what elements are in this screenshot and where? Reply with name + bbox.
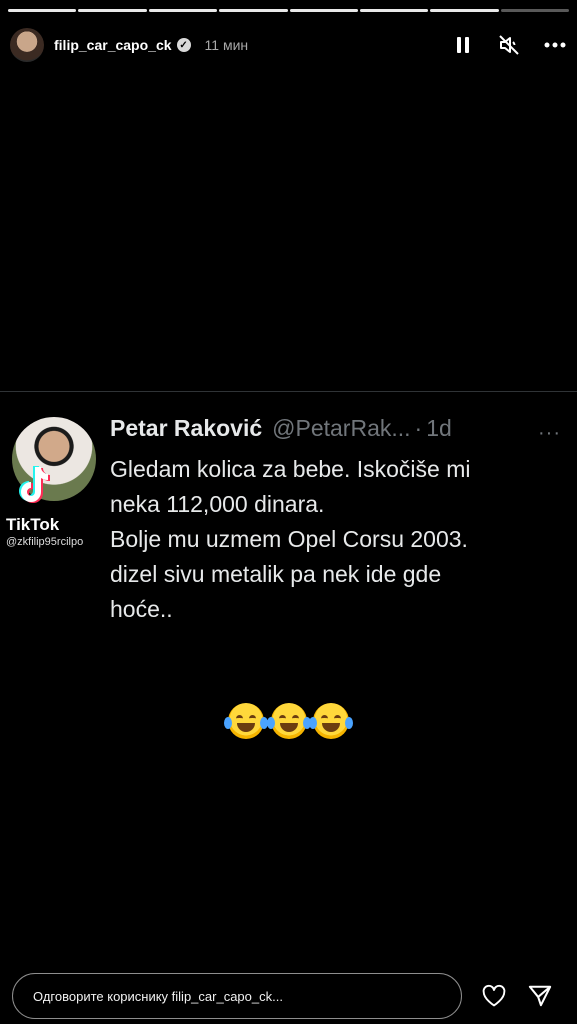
progress-segment (500, 9, 569, 12)
reply-input[interactable]: Одговорите кориснику filip_car_capo_ck..… (12, 973, 462, 1019)
tweet-line: neka 112,000 dinara. (110, 491, 325, 517)
tweet-more-icon: ··· (538, 422, 561, 444)
tweet-author-name: Petar Raković (110, 415, 263, 441)
tweet-line: Bolje mu uzmem Opel Corsu 2003. (110, 526, 468, 552)
progress-segment (289, 9, 358, 12)
progress-segment-current (430, 9, 499, 12)
tiktok-handle: @zkfilip95rcilpo (6, 536, 84, 548)
tiktok-label: TikTok (6, 515, 60, 534)
tweet-line: hoće.. (110, 596, 173, 622)
tweet-header: Petar Raković @PetarRak... · 1d (110, 415, 557, 442)
progress-segment (359, 9, 429, 12)
progress-segment (8, 9, 77, 12)
pause-icon[interactable] (451, 33, 475, 57)
joy-emoji-icon (224, 703, 269, 739)
emoji-sticker (0, 703, 577, 744)
story-progress-bar (8, 9, 569, 12)
progress-segment (78, 9, 147, 12)
send-icon[interactable] (528, 984, 552, 1008)
reply-placeholder: Одговорите кориснику filip_car_capo_ck..… (33, 988, 283, 1004)
username[interactable]: filip_car_capo_ck (54, 37, 172, 53)
reply-bar: Одговорите кориснику filip_car_capo_ck..… (12, 972, 577, 1020)
verified-badge-icon: ✓ (176, 38, 191, 52)
heart-icon[interactable] (482, 984, 506, 1008)
tweet-separator: · (414, 415, 423, 441)
story-header: filip_car_capo_ck ✓ 11 мин (10, 28, 567, 62)
post-time: 11 мин (204, 37, 249, 53)
tweet-line: dizel sivu metalik pa nek ide gde (110, 561, 442, 587)
tweet-line: Gledam kolica za bebe. Iskočiše mi (110, 456, 471, 482)
progress-segment (148, 9, 218, 12)
tweet-time: 1d (426, 415, 452, 441)
avatar[interactable] (10, 28, 44, 62)
tiktok-logo-icon (19, 465, 51, 503)
tiktok-watermark: TikTok @zkfilip95rcilpo (6, 464, 116, 548)
tweet-text: Gledam kolica za bebe. Iskočiše mi neka … (110, 452, 560, 627)
tweet-author-handle: @PetarRak... (272, 415, 411, 441)
joy-emoji-icon (266, 703, 311, 739)
more-icon[interactable] (543, 33, 567, 57)
joy-emoji-icon (308, 703, 353, 739)
progress-segment (219, 9, 288, 12)
divider (0, 391, 577, 392)
mute-icon[interactable] (497, 33, 521, 57)
